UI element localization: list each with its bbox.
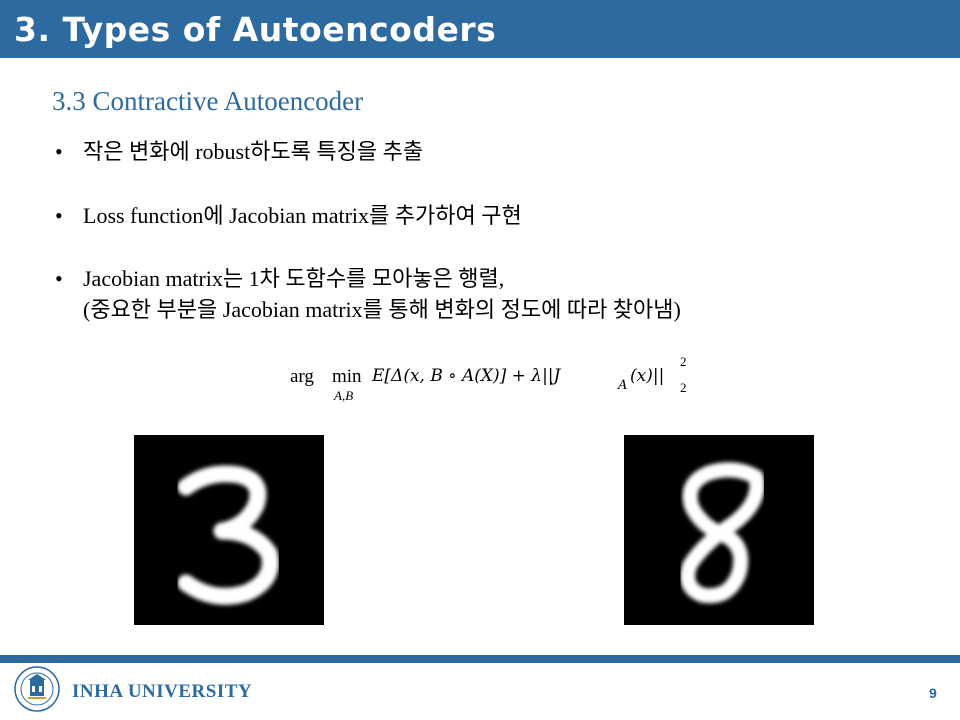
page-number: 9 (929, 685, 937, 701)
bullet-item-2: • Loss function에 Jacobian matrix를 추가하여 구현 (55, 198, 522, 230)
formula-tail: (x)|| (630, 366, 665, 386)
bullet-item-1: • 작은 변화에 robust하도록 특징을 추출 (55, 134, 423, 166)
formula-j-subscript: A (618, 378, 628, 393)
formula-body: E[Δ(x, B ∘ A(X)] + λ||J (372, 366, 561, 386)
bullet-item-3-continuation: (중요한 부분을 Jacobian matrix를 통해 변화의 정도에 따라 … (83, 297, 681, 322)
formula-min: min (332, 366, 362, 387)
mnist-digit-eight-image (624, 435, 814, 625)
bullet-text: Jacobian matrix는 1차 도함수를 모아놓은 행렬, (83, 266, 505, 291)
bullet-symbol: • (55, 266, 63, 291)
slide-title: 3. Types of Autoencoders (14, 10, 497, 49)
formula-norm-subscript: 2 (680, 380, 687, 395)
section-subtitle: 3.3 Contractive Autoencoder (52, 86, 364, 116)
university-name: INHA UNIVERSITY (72, 681, 253, 702)
footer-divider (0, 655, 960, 663)
mnist-digit-three-image (134, 435, 324, 625)
title-bar: 3. Types of Autoencoders (0, 0, 960, 58)
university-seal-icon (14, 666, 60, 712)
bullet-symbol: • (55, 139, 63, 164)
bullet-text: Loss function에 Jacobian matrix를 추가하여 구현 (83, 203, 522, 228)
bullet-item-3: • Jacobian matrix는 1차 도함수를 모아놓은 행렬, (55, 261, 504, 293)
bullet-symbol: • (55, 203, 63, 228)
formula-min-subscript: A,B (334, 388, 354, 403)
formula-arg: arg (290, 366, 314, 387)
bullet-text: 작은 변화에 robust하도록 특징을 추출 (83, 139, 424, 164)
formula-norm-superscript: 2 (680, 354, 687, 369)
